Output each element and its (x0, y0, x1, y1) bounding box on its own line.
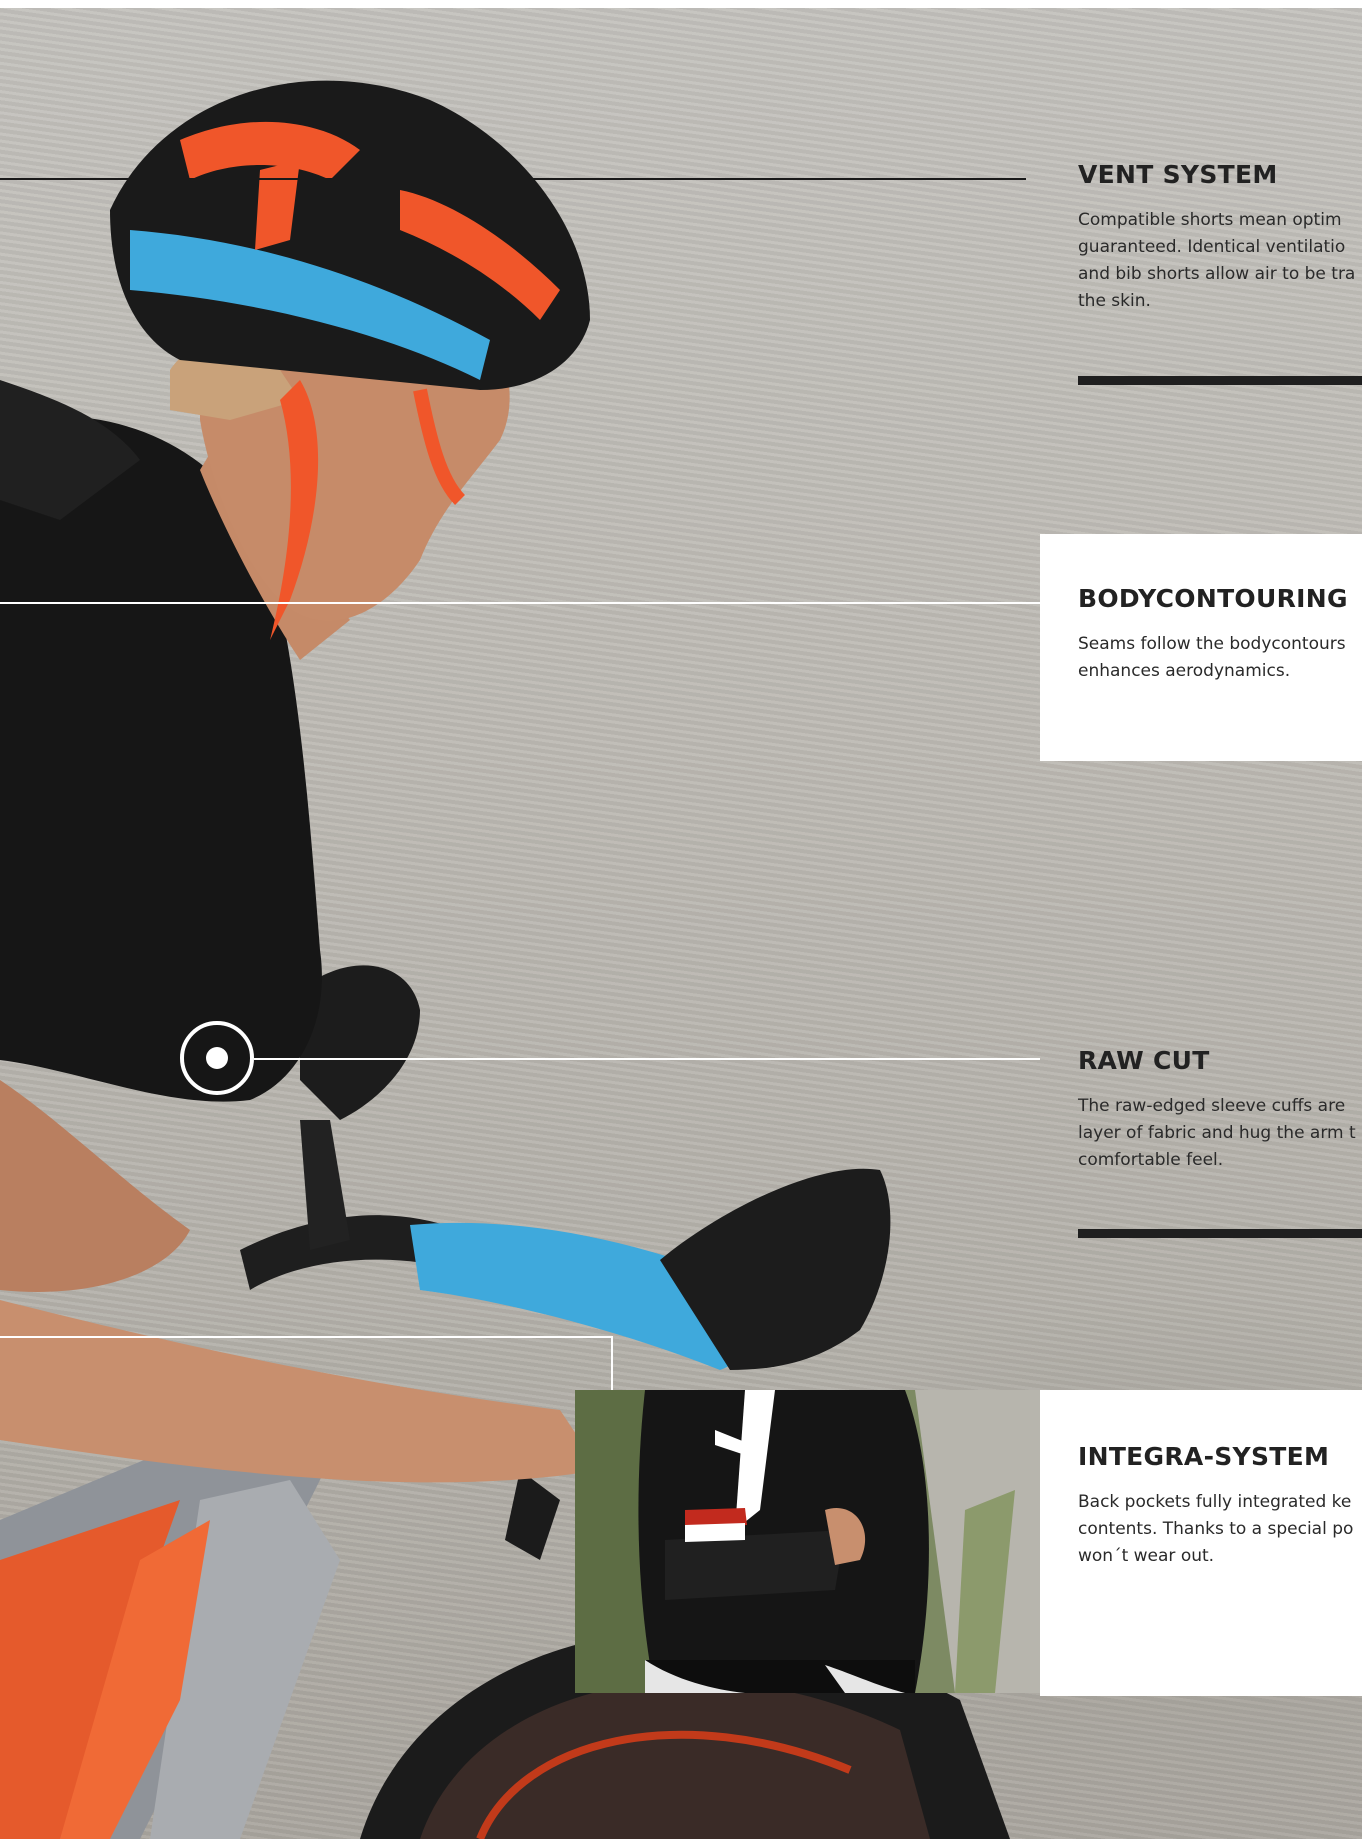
feature-description-line: the skin. (1078, 291, 1151, 311)
feature-description-line: guaranteed. Identical ventilatio (1078, 237, 1346, 257)
feature-vent-system: VENT SYSTEM Compatible shorts mean optim… (1040, 160, 1362, 400)
feature-title: VENT SYSTEM (1078, 160, 1278, 189)
feature-description-line: The raw-edged sleeve cuffs are (1078, 1096, 1346, 1116)
feature-description: Seams follow the bodycontours enhances a… (1078, 631, 1362, 685)
feature-description: Compatible shorts mean optim guaranteed.… (1078, 207, 1362, 315)
section-divider (1078, 1229, 1362, 1238)
feature-description-line: and bib shorts allow air to be tra (1078, 264, 1356, 284)
feature-description-line: Compatible shorts mean optim (1078, 210, 1342, 230)
feature-description-line: won´t wear out. (1078, 1546, 1215, 1566)
feature-bodycontouring: BODYCONTOURING Seams follow the bodycont… (1040, 534, 1362, 761)
target-dot-icon[interactable] (180, 1021, 254, 1095)
feature-description: The raw-edged sleeve cuffs are layer of … (1078, 1093, 1362, 1174)
feature-description-line: Back pockets fully integrated ke (1078, 1492, 1352, 1512)
feature-title: INTEGRA-SYSTEM (1078, 1442, 1330, 1471)
integra-system-inset-photo (575, 1390, 1040, 1693)
feature-description-line: comfortable feel. (1078, 1150, 1224, 1170)
feature-description-line: enhances aerodynamics. (1078, 661, 1291, 681)
section-divider (1078, 376, 1362, 385)
feature-integra-system: INTEGRA-SYSTEM Back pockets fully integr… (1040, 1390, 1362, 1696)
feature-title: RAW CUT (1078, 1046, 1210, 1075)
feature-title: BODYCONTOURING (1078, 584, 1348, 613)
feature-description-line: layer of fabric and hug the arm t (1078, 1123, 1356, 1143)
feature-raw-cut: RAW CUT The raw-edged sleeve cuffs are l… (1040, 1046, 1362, 1246)
marker-center-dot (206, 1047, 228, 1069)
feature-description-line: contents. Thanks to a special po (1078, 1519, 1354, 1539)
feature-description: Back pockets fully integrated ke content… (1078, 1489, 1362, 1570)
feature-description-line: Seams follow the bodycontours (1078, 634, 1346, 654)
